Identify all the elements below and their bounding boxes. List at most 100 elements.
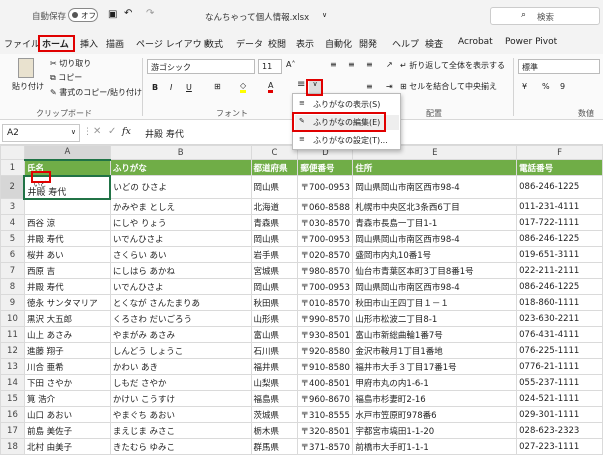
data-cell[interactable]: かけい こうすけ [109,390,252,407]
merge-center-button[interactable]: ⊞ セルを結合して中央揃え [400,81,497,92]
formula-input[interactable]: 井殿 寿代 [145,127,184,140]
data-cell[interactable]: 宇都宮市塙田1-1-20 [352,422,518,439]
data-cell[interactable]: 山口 あおい [23,406,111,423]
data-cell[interactable]: 011-231-4111 [516,198,603,215]
paste-icon[interactable] [18,58,34,78]
data-cell[interactable]: 〒920-8580 [297,342,354,359]
data-cell[interactable]: 北村 由美子 [23,438,111,455]
row-header[interactable]: 14 [0,374,25,391]
data-cell[interactable]: 〒400-8501 [297,374,354,391]
row-header[interactable]: 5 [0,230,25,247]
data-cell[interactable]: かわい あき [109,358,252,375]
data-cell[interactable]: 岩手県 [250,246,299,263]
cut-button[interactable]: ✂ 切り取り [50,58,91,69]
menu-tab[interactable]: 数式 [205,37,223,50]
menu-tab[interactable]: Power Pivot [505,37,557,47]
data-cell[interactable]: 筧 浩介 [23,390,111,407]
data-cell[interactable]: 石川県 [250,342,299,359]
data-cell[interactable]: いでんひさよ [109,278,252,295]
phonetic-edit-item[interactable]: ✎ ふりがなの編集(E) [295,115,399,130]
menu-tab[interactable]: ホーム [42,37,69,50]
data-cell[interactable]: やまぐち あおい [109,406,252,423]
row-header[interactable]: 9 [0,294,25,311]
row-header[interactable]: 8 [0,278,25,295]
menu-tab[interactable]: 検査 [425,37,443,50]
data-cell[interactable]: 福島市杉妻町2-16 [352,390,518,407]
header-cell[interactable]: ふりがな [109,159,252,176]
data-cell[interactable]: 福島県 [250,390,299,407]
menu-tab[interactable]: 描画 [106,37,124,50]
copy-button[interactable]: ⧉ コピー [50,72,82,83]
data-cell[interactable]: 山形県 [250,310,299,327]
data-cell[interactable]: 下田 さやか [23,374,111,391]
data-cell[interactable]: いど 井殿 寿代 [23,174,112,200]
data-cell[interactable]: 017-722-1111 [516,214,603,231]
data-cell[interactable]: 井殿 寿代 [23,230,111,247]
phonetic-settings-item[interactable]: ≡ ふりがなの設定(T)... [295,133,399,148]
data-cell[interactable]: 進藤 翔子 [23,342,111,359]
font-color-icon[interactable]: A [268,81,274,93]
data-cell[interactable]: 岡山県 [250,175,299,199]
data-cell[interactable]: 福井市大手３丁目17番1号 [352,358,518,375]
data-cell[interactable]: 富山市新総曲輪1番7号 [352,326,518,343]
data-cell[interactable]: にしはら あかね [109,262,252,279]
menu-tab[interactable]: 自動化 [325,37,352,50]
data-cell[interactable]: 福井県 [250,358,299,375]
data-cell[interactable]: しもだ さやか [109,374,252,391]
function-icon[interactable]: fx [122,126,131,137]
data-cell[interactable]: 028-623-2323 [516,422,603,439]
align-bottom-icon[interactable]: ≡ [366,60,373,69]
row-header[interactable]: 10 [0,310,25,327]
data-cell[interactable]: しんどう しょうこ [109,342,252,359]
data-cell[interactable]: 桜井 あい [23,246,111,263]
data-cell[interactable]: 〒020-8570 [297,246,354,263]
data-cell[interactable]: 〒030-8570 [297,214,354,231]
font-name-select[interactable]: 游ゴシック [147,59,255,74]
row-header[interactable]: 17 [0,422,25,439]
menu-tab[interactable]: 表示 [296,37,314,50]
data-cell[interactable]: 茨城県 [250,406,299,423]
name-box[interactable]: A2 ∨ [2,124,80,142]
data-cell[interactable]: 022-211-2111 [516,262,603,279]
column-header[interactable]: F [516,145,603,160]
data-cell[interactable]: 024-521-1111 [516,390,603,407]
data-cell[interactable]: 群馬県 [250,438,299,455]
data-cell[interactable]: 〒910-8580 [297,358,354,375]
column-header[interactable]: A [23,145,111,161]
menu-tab[interactable]: 挿入 [80,37,98,50]
data-cell[interactable]: 岡山県 [250,278,299,295]
data-cell[interactable]: 秋田県 [250,294,299,311]
phonetic-icon[interactable]: ≡ [297,79,305,90]
percent-icon[interactable]: % [542,82,550,91]
data-cell[interactable]: 〒700-0953 [297,175,354,199]
column-header[interactable]: B [109,145,252,160]
select-all-corner[interactable] [0,145,25,160]
data-cell[interactable]: とくなが さんたまりあ [109,294,252,311]
wrap-text-button[interactable]: ↵ 折り返して全体を表示する [400,60,505,71]
data-cell[interactable]: にしや りょう [109,214,252,231]
save-icon[interactable]: ▣ [108,9,117,20]
data-cell[interactable]: 岡山県岡山市南区西市98-4 [352,230,518,247]
column-header[interactable]: C [250,145,299,160]
font-size-select[interactable]: 11 [258,59,282,74]
row-header[interactable]: 2 [0,175,25,199]
data-cell[interactable]: 青森市長島一丁目1-1 [352,214,518,231]
data-cell[interactable]: 盛岡市内丸10番1号 [352,246,518,263]
data-cell[interactable]: 086-246-1225 [516,230,603,247]
data-cell[interactable]: 水戸市笠原町978番6 [352,406,518,423]
menu-tab[interactable]: ページ レイアウト [136,37,211,50]
data-cell[interactable]: 山梨県 [250,374,299,391]
data-cell[interactable]: 076-431-4111 [516,326,603,343]
italic-button[interactable]: I [170,83,172,92]
phonetic-dropdown[interactable]: ∨ [309,80,321,93]
data-cell[interactable]: 〒371-8570 [297,438,354,455]
data-cell[interactable]: 青森県 [250,214,299,231]
underline-button[interactable]: U [186,83,192,92]
menu-tab[interactable]: ファイル [4,37,40,50]
data-cell[interactable]: 栃木県 [250,422,299,439]
data-cell[interactable]: くろさわ だいごろう [109,310,252,327]
row-header[interactable]: 16 [0,406,25,423]
row-header[interactable]: 7 [0,262,25,279]
data-cell[interactable]: 川合 亜希 [23,358,111,375]
number-format-select[interactable]: 標準 [518,59,600,74]
